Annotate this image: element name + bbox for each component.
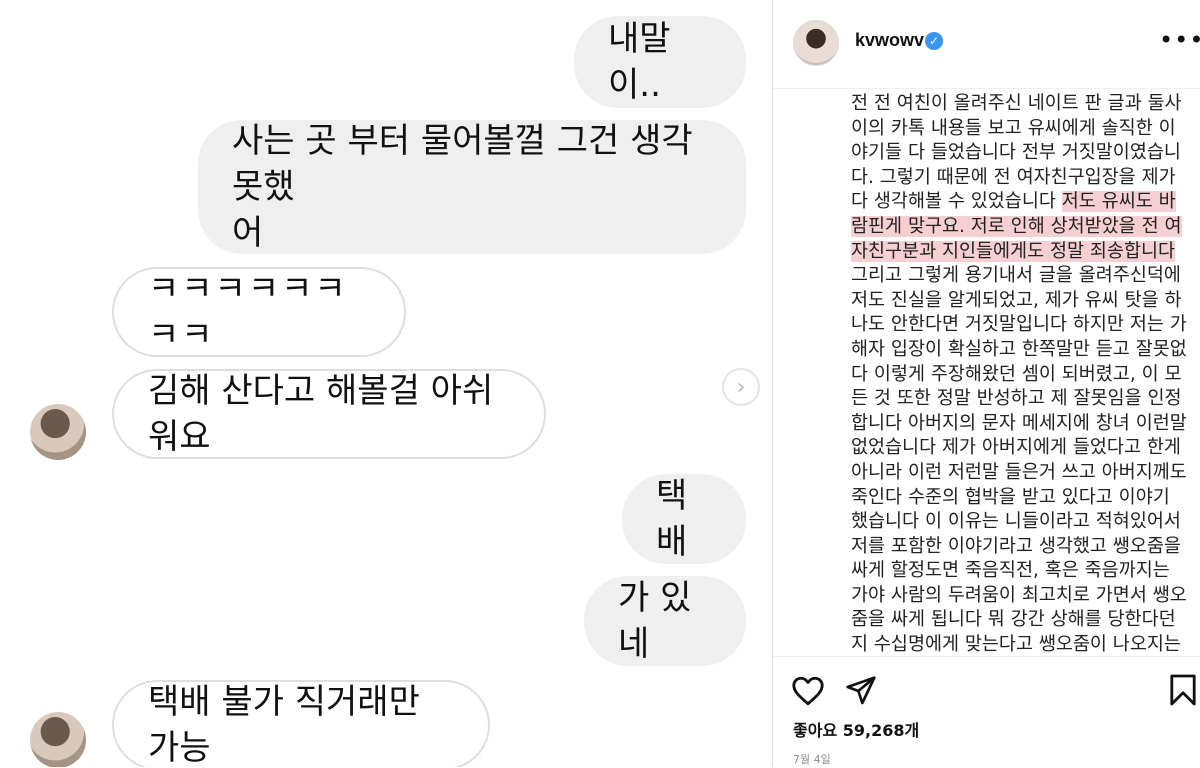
verified-badge-icon: ✓ — [925, 32, 943, 50]
more-options-icon[interactable]: ••• — [1159, 26, 1200, 54]
chat-message-in: 김해 산다고 해볼걸 아쉬워요 — [112, 369, 546, 459]
chevron-right-icon[interactable]: › — [722, 368, 760, 406]
post-panel: kvwowv ✓ ••• 전 전 여친이 올려주신 네이트 판 글과 둘사이의 … — [772, 0, 1200, 767]
chat-message-out: 가 있네 — [584, 576, 746, 666]
message-text: 김해 산다고 해볼걸 아쉬워요 — [148, 371, 494, 457]
chat-screenshot: 내말이.. 사는 곳 부터 물어볼껄 그건 생각 못했 어 ㅋㅋㅋㅋㅋㅋㅋㅋ 김… — [0, 0, 772, 767]
post-header: kvwowv ✓ ••• — [773, 0, 1200, 89]
share-icon[interactable] — [845, 675, 877, 707]
sender-avatar — [30, 404, 86, 460]
post-actions: 좋아요 59,268개 7월 4일 — [773, 656, 1200, 768]
message-text: 내말이.. — [608, 19, 671, 105]
post-caption: 전 전 여친이 올려주신 네이트 판 글과 둘사이의 카톡 내용들 보고 유씨에… — [851, 92, 1189, 654]
bookmark-icon[interactable] — [1169, 673, 1197, 707]
chat-message-out: 사는 곳 부터 물어볼껄 그건 생각 못했 어 — [198, 120, 746, 254]
message-text: 가 있네 — [618, 578, 692, 664]
like-count[interactable]: 좋아요 59,268개 — [793, 717, 919, 741]
sender-avatar — [30, 712, 86, 767]
message-text: 택배 — [656, 476, 688, 562]
chat-message-out: 택배 — [622, 474, 746, 564]
message-text: 택배 불가 직거래만 가능 — [148, 682, 420, 767]
heart-icon[interactable] — [791, 675, 825, 707]
chat-message-in: 택배 불가 직거래만 가능 — [112, 680, 490, 767]
post-date: 7월 4일 — [793, 753, 831, 766]
message-text: 사는 곳 부터 물어볼껄 그건 생각 못했 어 — [232, 121, 693, 253]
message-text: ㅋㅋㅋㅋㅋㅋㅋㅋ — [148, 269, 348, 355]
caption-text: 그리고 그렇게 용기내서 글을 올려주신덕에 저도 진실을 알게되었고, 제가 … — [851, 265, 1187, 654]
username[interactable]: kvwowv — [855, 30, 924, 51]
chat-message-out: 내말이.. — [574, 16, 746, 108]
chat-message-in: ㅋㅋㅋㅋㅋㅋㅋㅋ — [112, 267, 406, 357]
profile-avatar[interactable] — [793, 20, 839, 66]
